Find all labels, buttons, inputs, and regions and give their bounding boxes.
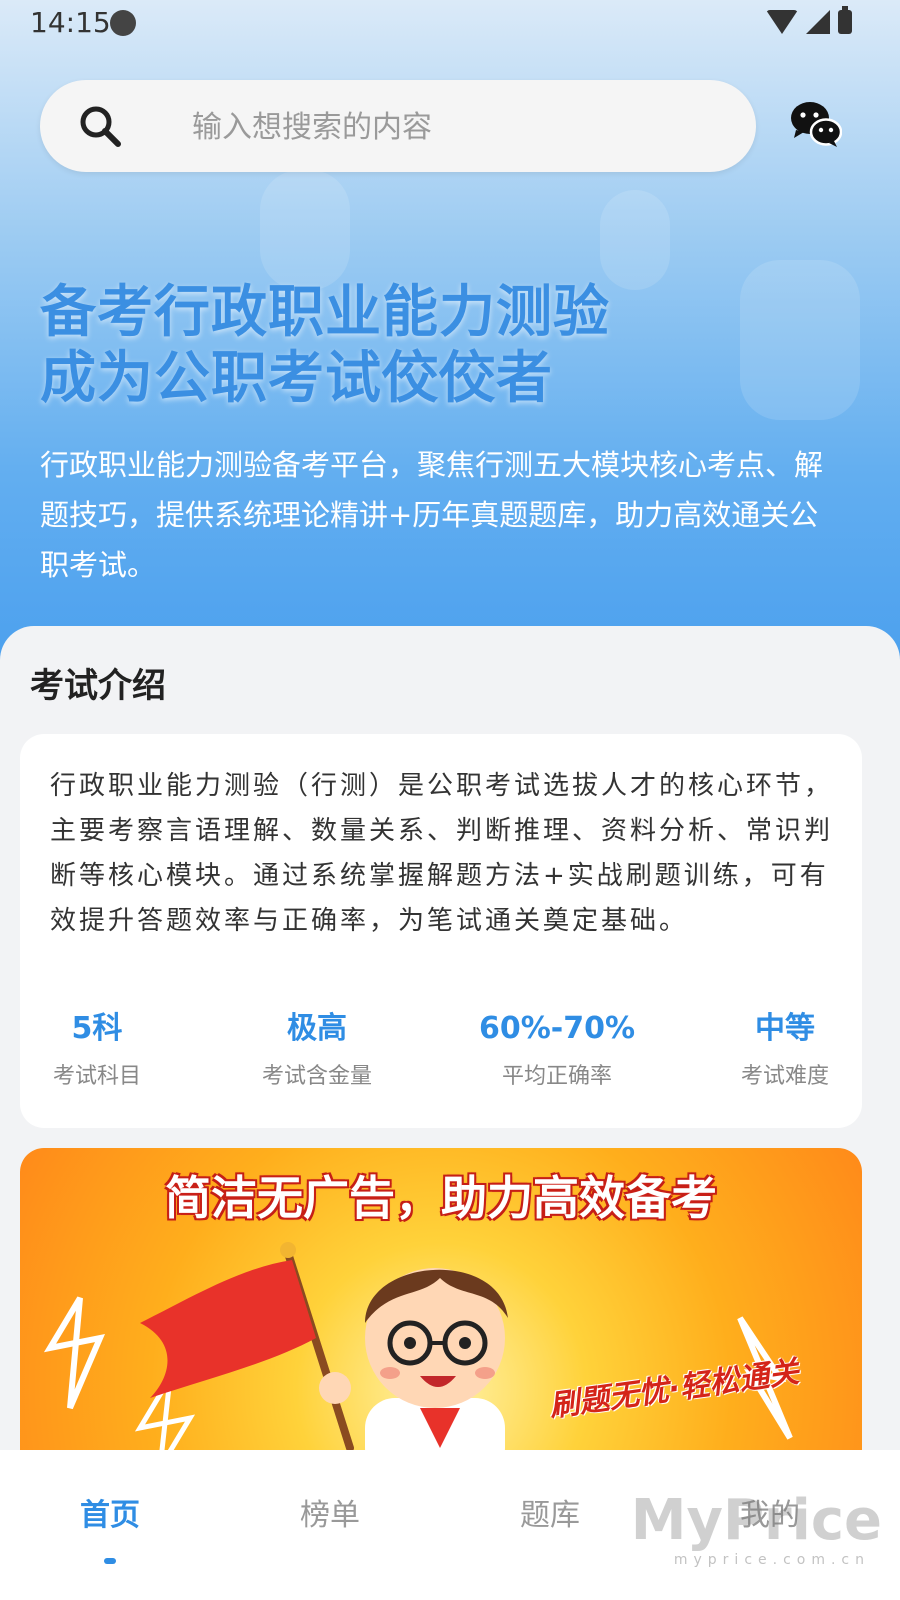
status-bar: 14:15	[0, 0, 900, 48]
search-input[interactable]	[190, 106, 714, 148]
stat-item: 中等 考试难度	[741, 1006, 829, 1090]
hero-background-decoration	[260, 170, 350, 290]
stat-label: 考试含金量	[261, 1064, 373, 1089]
stat-item: 5科 考试科目	[53, 1006, 141, 1090]
exam-stats: 5科 考试科目 极高 考试含金量 60%-70% 平均正确率 中等 考试难度	[20, 1006, 862, 1106]
promo-banner[interactable]: 简洁无广告，助力高效备考 刷题无忧·轻松通关	[20, 1148, 862, 1468]
cat-notification-icon	[110, 10, 136, 36]
nav-item-question-bank[interactable]: 题库	[520, 1490, 580, 1534]
nav-item-home[interactable]: 首页	[80, 1490, 140, 1534]
stat-value: 中等	[754, 1011, 815, 1046]
hero-description: 行政职业能力测验备考平台，聚焦行测五大模块核心考点、解题技巧，提供系统理论精讲+…	[40, 448, 824, 582]
stat-label: 平均正确率	[501, 1064, 613, 1089]
stat-value: 极高	[286, 1011, 347, 1046]
stat-item: 极高 考试含金量	[262, 1006, 372, 1090]
hero-title: 备考行政职业能力测验 成为公职考试佼佼者	[40, 280, 860, 412]
hero-title-line: 备考行政职业能力测验	[40, 280, 610, 345]
hero-title-line: 成为公职考试佼佼者	[40, 346, 553, 411]
hero-background-decoration	[600, 190, 670, 290]
nav-active-indicator	[104, 1558, 116, 1564]
banner-title: 简洁无广告，助力高效备考	[165, 1171, 717, 1225]
exam-intro-card: 行政职业能力测验（行测）是公职考试选拔人才的核心环节，主要考察言语理解、数量关系…	[20, 734, 862, 1128]
exam-intro-text: 行政职业能力测验（行测）是公职考试选拔人才的核心环节，主要考察言语理解、数量关系…	[50, 771, 834, 936]
search-bar[interactable]	[40, 80, 756, 172]
wechat-icon[interactable]	[790, 100, 842, 148]
stat-value: 5科	[71, 1011, 123, 1046]
watermark-url: myprice.com.cn	[673, 1552, 870, 1568]
search-icon	[80, 106, 121, 147]
watermark-logo: MyPrice	[630, 1488, 882, 1553]
battery-icon	[838, 6, 852, 34]
stat-label: 考试难度	[740, 1064, 830, 1089]
section-title: 考试介绍	[30, 666, 166, 706]
status-time: 14:15	[30, 6, 111, 39]
stat-item: 60%-70% 平均正确率	[479, 1006, 635, 1090]
wifi-icon	[766, 10, 798, 34]
stat-label: 考试科目	[52, 1064, 142, 1089]
nav-item-rankings[interactable]: 榜单	[300, 1490, 360, 1534]
stat-value: 60%-70%	[478, 1011, 636, 1046]
signal-icon	[806, 10, 830, 34]
hero-section: 14:15 备考行政职业能力测验 成为公职考试佼佼者 行政职业能力测验备考平台，…	[0, 0, 900, 680]
